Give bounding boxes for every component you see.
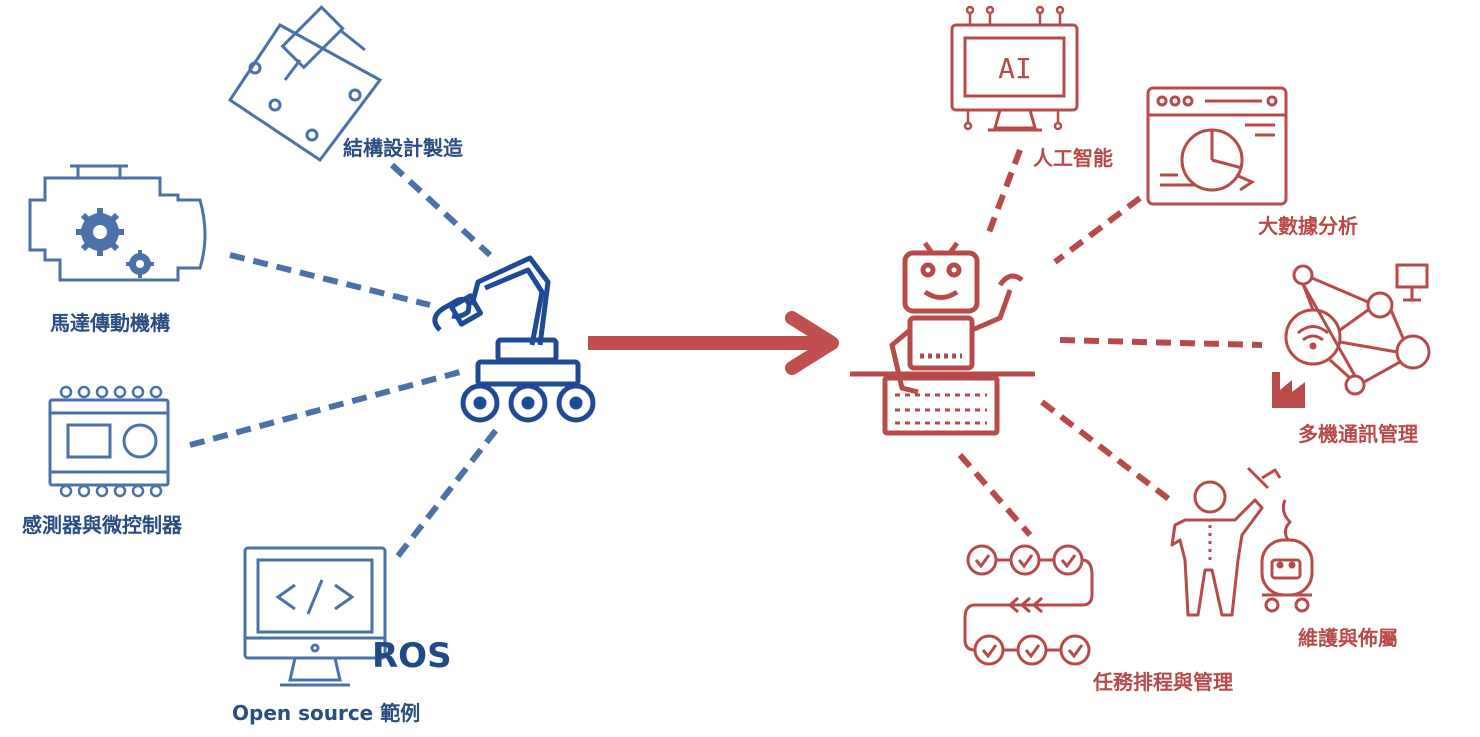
robot-arm-rover-icon xyxy=(432,255,596,423)
label-ai: 人工智能 xyxy=(1033,146,1113,170)
diagram-canvas: AI xyxy=(28,5,1431,687)
engineer-robot-icon xyxy=(1170,466,1314,617)
connector-sensor xyxy=(189,369,461,448)
right-connectors xyxy=(957,148,1263,537)
connector-multi xyxy=(1059,337,1263,348)
connector-motor xyxy=(229,252,431,308)
factory-icon xyxy=(1272,372,1305,408)
label-task: 任務排程與管理 xyxy=(1093,670,1233,694)
network-wifi-icon xyxy=(1284,263,1431,396)
label-opensource: Open source 範例 xyxy=(232,701,421,725)
connector-ros xyxy=(395,423,503,558)
label-ros: ROS xyxy=(372,636,452,676)
workflow-icon xyxy=(963,544,1094,666)
ai-chip-label: AI xyxy=(998,52,1032,85)
label-structure: 結構設計製造 xyxy=(343,136,463,160)
label-maint: 維護與佈屬 xyxy=(1298,626,1398,650)
label-multi: 多機通訊管理 xyxy=(1298,422,1418,446)
connector-ai xyxy=(985,148,1023,237)
label-motor: 馬達傳動機構 xyxy=(50,311,170,335)
robot-keyboard-icon xyxy=(850,241,1035,436)
code-monitor-icon xyxy=(243,546,387,687)
connector-maint xyxy=(1040,399,1172,503)
gear-icon xyxy=(76,208,154,278)
arrow-right-icon xyxy=(588,311,839,375)
left-connectors xyxy=(189,162,503,558)
engine-gears-icon xyxy=(28,164,207,282)
connector-bigdata xyxy=(1053,195,1142,265)
sensor-module-icon xyxy=(48,385,170,498)
connector-structure xyxy=(389,162,493,258)
analytics-window-icon xyxy=(1146,86,1288,206)
connector-task xyxy=(957,453,1033,537)
label-sensor: 感測器與微控制器 xyxy=(22,513,182,537)
label-bigdata: 大數據分析 xyxy=(1258,214,1358,238)
